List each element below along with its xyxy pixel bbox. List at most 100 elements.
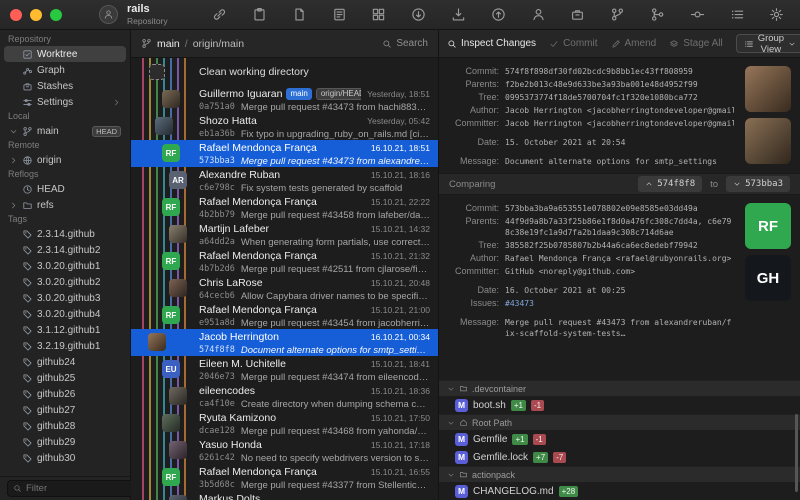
commit-hash: c6e798c — [199, 183, 235, 193]
compare-from-dropdown[interactable]: 574f8f8 — [638, 176, 703, 192]
field-value: Jacob Herrington <jacobherringtondevelop… — [505, 106, 734, 115]
chevron-right-icon[interactable] — [9, 156, 18, 165]
search-button[interactable]: Search — [382, 38, 428, 49]
commit-row[interactable]: Chris LaRose 15.10.21, 20:48 64cecb6 Allow … — [131, 275, 438, 302]
sidebar-item-3-0-20-github4[interactable]: 3.0.20.github4 — [4, 306, 126, 322]
grid-icon — [371, 7, 386, 22]
sidebar-item-label: Settings — [37, 96, 74, 108]
tag-icon — [22, 245, 33, 256]
tab-amend[interactable]: Amend — [611, 38, 657, 49]
sidebar-item-main[interactable]: main HEAD — [4, 123, 126, 139]
sidebar-item-head[interactable]: HEAD — [4, 181, 126, 197]
file-name: Gemfile.lock — [473, 451, 529, 463]
chevron-right-icon[interactable] — [9, 201, 18, 210]
commit-avatar: AR — [169, 171, 187, 189]
sidebar-item-worktree[interactable]: Worktree — [4, 46, 126, 62]
sidebar-item-3-1-12-github1[interactable]: 3.1.12.github1 — [4, 322, 126, 338]
clipboard-button[interactable] — [250, 6, 268, 24]
user-button[interactable] — [529, 6, 547, 24]
commit-row[interactable]: RF Rafael Mendonça França 15.10.21, 21:32 4… — [131, 248, 438, 275]
chevron-down-icon[interactable] — [447, 419, 455, 427]
sidebar-item-settings[interactable]: Settings — [4, 94, 126, 110]
file-group-row[interactable]: Root Path — [439, 414, 800, 430]
file-row[interactable]: M Gemfile +1 -1 — [439, 430, 800, 448]
branch-button[interactable] — [609, 6, 627, 24]
zoom-window-button[interactable] — [50, 8, 62, 21]
pull-button[interactable] — [449, 6, 467, 24]
commit-row[interactable]: Markus Dolts — [131, 491, 438, 500]
sidebar-item-github27[interactable]: github27 — [4, 402, 126, 418]
search-icon — [447, 39, 457, 49]
sidebar-item-github26[interactable]: github26 — [4, 386, 126, 402]
sidebar-item-github24[interactable]: github24 — [4, 354, 126, 370]
sidebar-item-3-0-20-github2[interactable]: 3.0.20.github2 — [4, 274, 126, 290]
commit-row[interactable]: AR Alexandre Ruban 15.10.21, 18:16 c6e798c F… — [131, 167, 438, 194]
branch-icon — [141, 38, 152, 49]
commit-row[interactable]: Jacob Herrington 16.10.21, 00:34 574f8f8 Do… — [131, 329, 438, 356]
sidebar-item-2-3-14-github2[interactable]: 2.3.14.github2 — [4, 242, 126, 258]
commit-row-line1: Markus Dolts — [199, 493, 430, 500]
file-row[interactable]: M Gemfile.lock +7 -7 — [439, 448, 800, 466]
sidebar-item-refs[interactable]: refs — [4, 197, 126, 213]
list-button[interactable] — [728, 6, 746, 24]
file-group-row[interactable]: .devcontainer — [439, 380, 800, 396]
merge-button[interactable] — [648, 6, 666, 24]
commit-row[interactable]: RF Rafael Mendonça França 15.10.21, 21:00 e… — [131, 302, 438, 329]
push-button[interactable] — [489, 6, 507, 24]
commit-row[interactable]: Guillermo Iguaranmainorigin/HEAD… Yesterd… — [131, 86, 438, 113]
scrollbar-thumb[interactable] — [795, 414, 798, 492]
doc-button[interactable] — [290, 6, 308, 24]
folder-name: .devcontainer — [472, 383, 527, 394]
sidebar-item-github30[interactable]: github30 — [4, 450, 126, 466]
commit-row[interactable]: EU Eileen M. Uchitelle 15.10.21, 18:41 2046… — [131, 356, 438, 383]
chevron-down-icon[interactable] — [9, 127, 18, 136]
file-group-row[interactable]: actionpack — [439, 466, 800, 482]
sidebar-item-github25[interactable]: github25 — [4, 370, 126, 386]
sidebar-item-2-3-14-github[interactable]: 2.3.14.github — [4, 226, 126, 242]
sidebar-item-github28[interactable]: github28 — [4, 418, 126, 434]
tab-stage-all[interactable]: Stage All — [669, 38, 723, 49]
tab-commit[interactable]: Commit — [549, 38, 598, 49]
sidebar-item-3-0-20-github3[interactable]: 3.0.20.github3 — [4, 290, 126, 306]
tab-label: Amend — [624, 38, 657, 49]
tab-label: Inspect Changes — [461, 38, 537, 49]
file-row[interactable]: M CHANGELOG.md +28 — [439, 482, 800, 500]
close-window-button[interactable] — [10, 8, 22, 21]
sidebar-item-origin[interactable]: origin — [4, 152, 126, 168]
commit-row[interactable]: RF Rafael Mendonça França 15.10.21, 16:55 3… — [131, 464, 438, 491]
commit-row[interactable]: RF Rafael Mendonça França 16.10.21, 18:51 5… — [131, 140, 438, 167]
link-button[interactable] — [211, 6, 229, 24]
upstream-branch-label[interactable]: origin/main — [193, 38, 244, 50]
minimize-window-button[interactable] — [30, 8, 42, 21]
sidebar-item-graph[interactable]: Graph — [4, 62, 126, 78]
grid-button[interactable] — [370, 6, 388, 24]
commit-row[interactable]: Ryuta Kamizono 15.10.21, 17:50 dcae128 Merg… — [131, 410, 438, 437]
commit-row[interactable]: RF Rafael Mendonça França 15.10.21, 22:22 4… — [131, 194, 438, 221]
sidebar-item-github29[interactable]: github29 — [4, 434, 126, 450]
commit-date: 15.10.21, 14:32 — [370, 224, 430, 234]
group-view-dropdown[interactable]: Group View — [735, 33, 800, 55]
fetch-button[interactable] — [410, 6, 428, 24]
tag-icon — [22, 261, 33, 272]
chevron-down-icon[interactable] — [447, 385, 455, 393]
file-row[interactable]: Mboot.sh +1 -1 — [439, 396, 800, 414]
commit-message: No need to specify webdrivers version to… — [240, 452, 430, 464]
tab-inspect-changes[interactable]: Inspect Changes — [447, 38, 536, 49]
commit-date: 15.10.21, 18:41 — [370, 359, 430, 369]
commit-row[interactable]: Yasuo Honda 15.10.21, 17:18 6261c42 No need… — [131, 437, 438, 464]
gear-button[interactable] — [768, 6, 786, 24]
current-branch-label[interactable]: main — [157, 38, 180, 50]
notes-button[interactable] — [330, 6, 348, 24]
sidebar-item-3-0-20-github1[interactable]: 3.0.20.github1 — [4, 258, 126, 274]
sidebar-item-3-2-19-github1[interactable]: 3.2.19.github1 — [4, 338, 126, 354]
commit-row[interactable]: Shozo Hatta Yesterday, 05:42 eb1a36b Fix ty… — [131, 113, 438, 140]
deletions-badge: -1 — [530, 399, 545, 411]
working-directory-row[interactable]: Clean working directory — [131, 58, 438, 86]
compare-to-dropdown[interactable]: 573bba3 — [726, 176, 790, 192]
chevron-down-icon[interactable] — [447, 471, 455, 479]
commit-row[interactable]: eileencodes 15.10.21, 18:36 ca4f10e Create … — [131, 383, 438, 410]
commit-dot-button[interactable] — [688, 6, 706, 24]
commit-row[interactable]: Martijn Lafeber 15.10.21, 14:32 a64dd2a Whe… — [131, 221, 438, 248]
stash-button[interactable] — [569, 6, 587, 24]
sidebar-item-stashes[interactable]: Stashes — [4, 78, 126, 94]
